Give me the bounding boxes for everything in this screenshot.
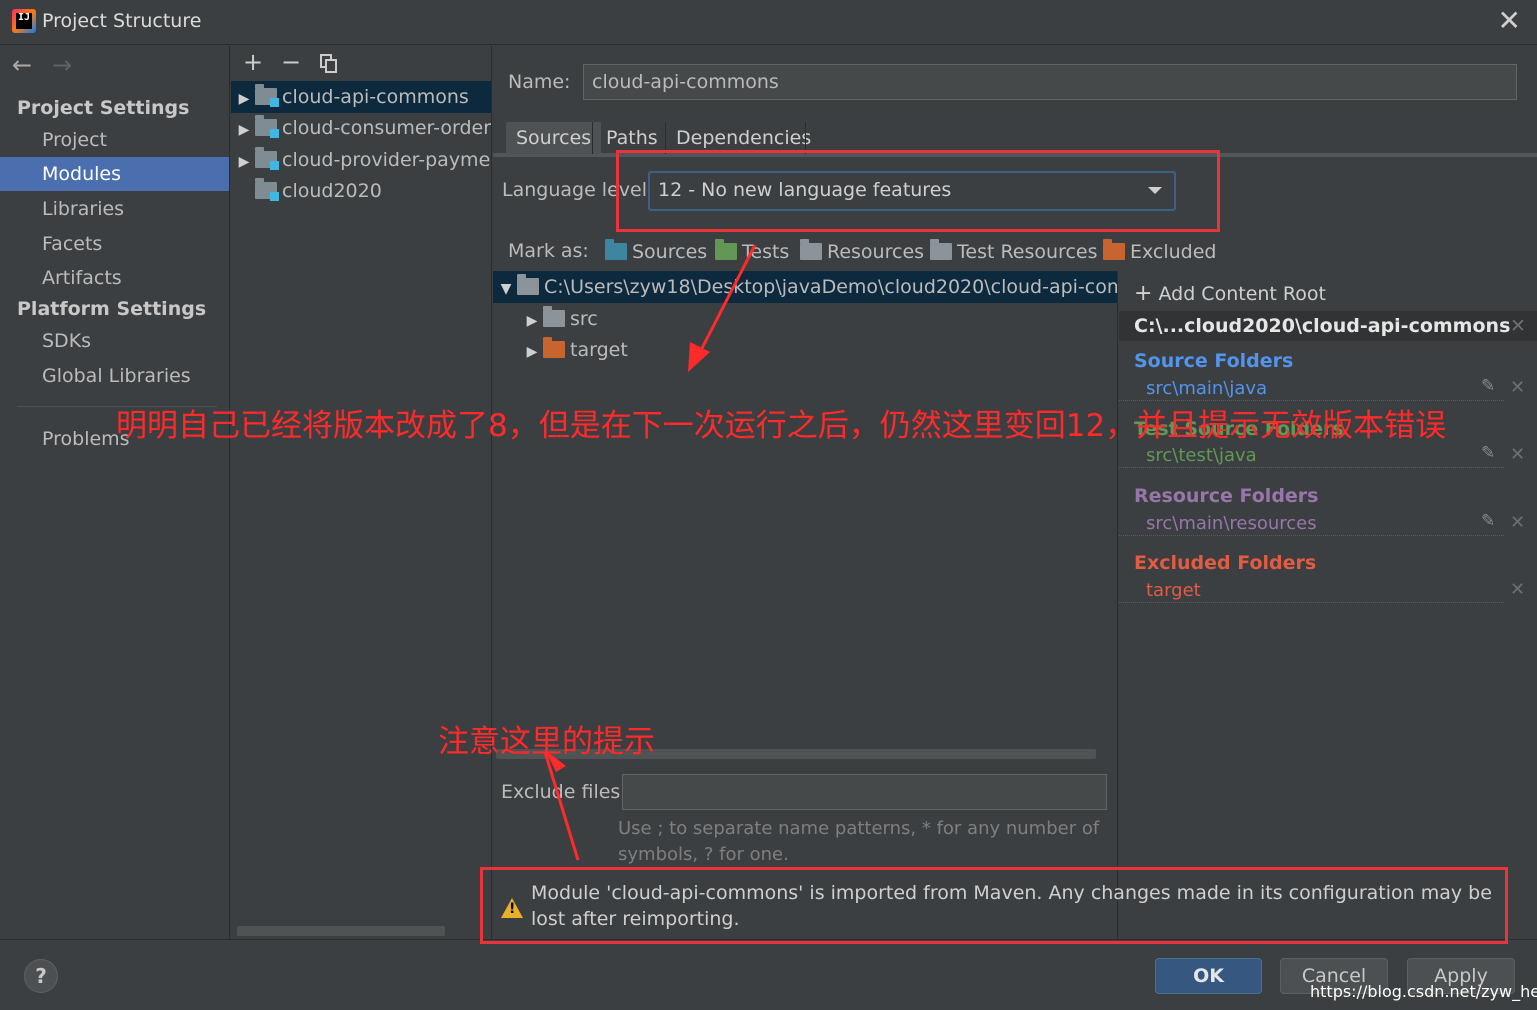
annotation-arrows	[543, 244, 757, 861]
watermark: https://blog.csdn.net/zyw_hello	[1310, 982, 1537, 1001]
annotation-hint-note: 注意这里的提示	[438, 724, 655, 760]
arrow-to-warning	[543, 750, 580, 861]
arrow-to-tree	[688, 244, 757, 372]
annotation-main-note: 明明自己已经将版本改成了8，但是在下一次运行之后，仍然这里变回12，并且提示无效…	[116, 408, 1447, 444]
